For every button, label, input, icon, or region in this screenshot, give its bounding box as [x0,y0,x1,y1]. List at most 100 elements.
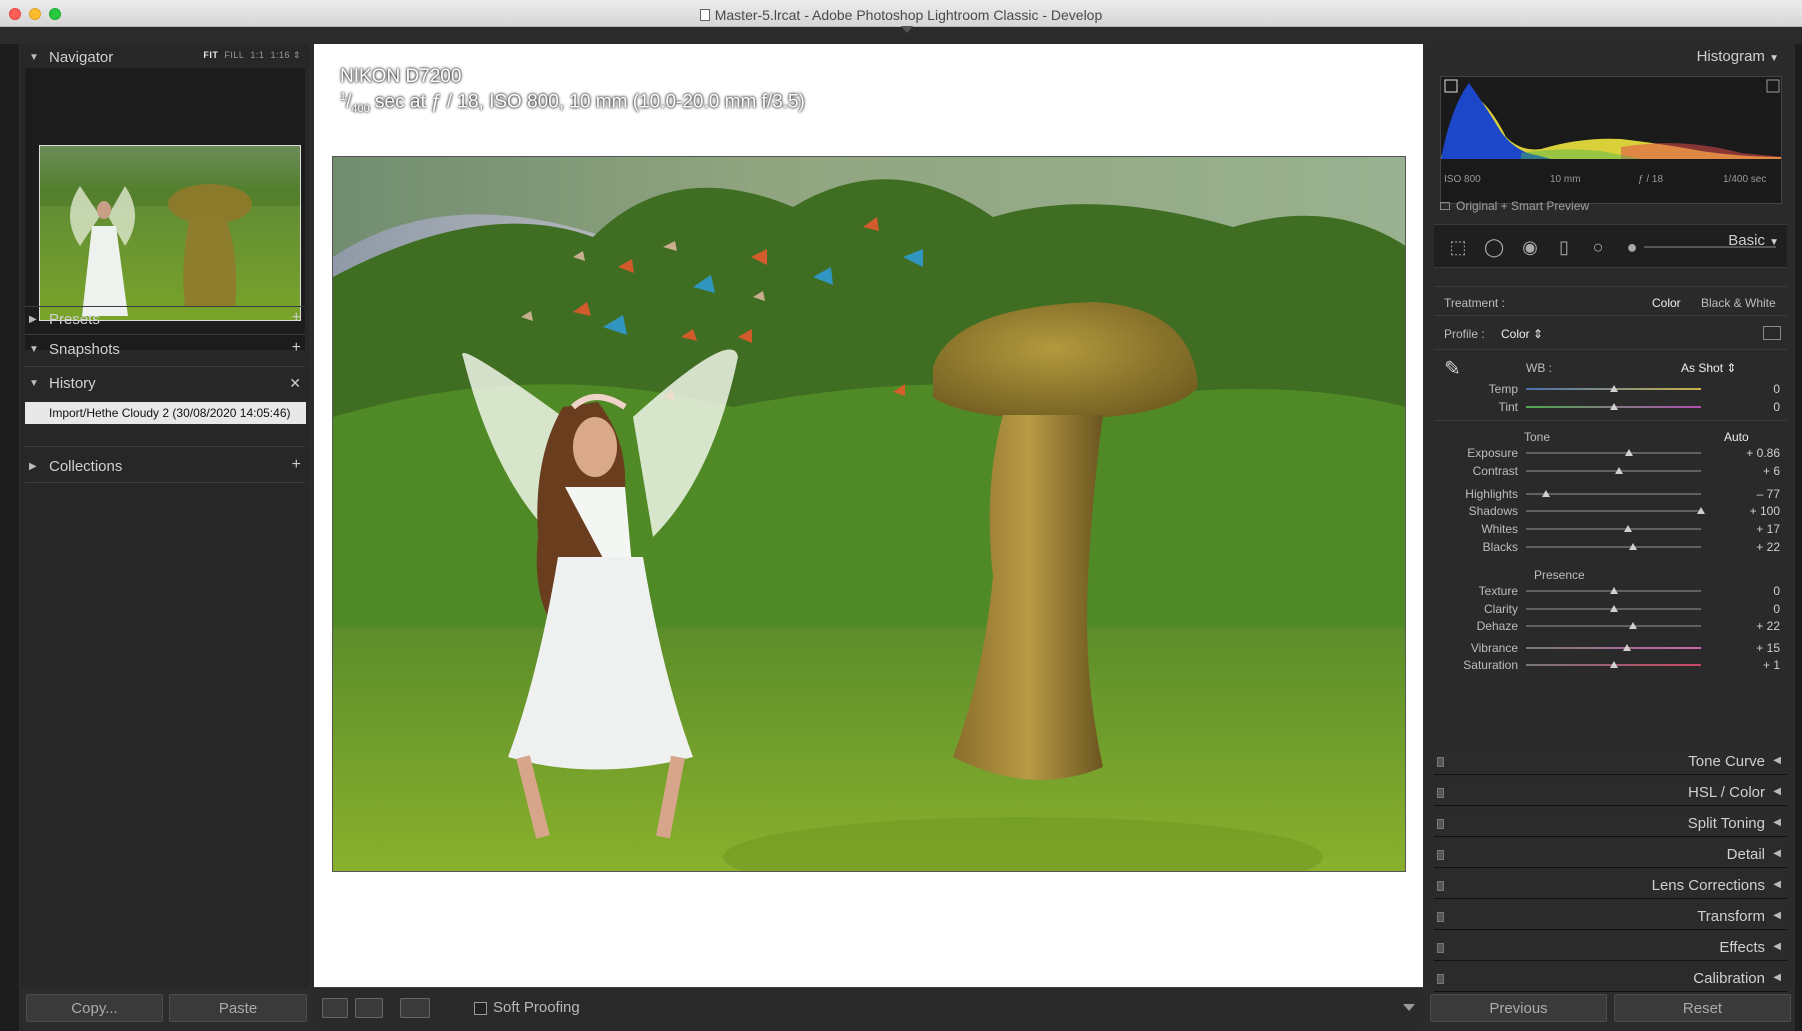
section-toggle-icon[interactable] [1437,850,1444,860]
filmstrip-toggle-icon[interactable] [901,26,913,33]
section-toggle-icon[interactable] [1437,757,1444,767]
section-hsl-color[interactable]: HSL / Color ◀ [1434,780,1787,806]
right-edge-strip[interactable] [1795,44,1802,1031]
slider-track-highlights[interactable] [1526,493,1701,495]
section-effects[interactable]: Effects ◀ [1434,935,1787,961]
slider-thumb-vibrance[interactable] [1622,644,1631,651]
slider-thumb-blacks[interactable] [1628,543,1637,550]
zoom-fit[interactable]: FIT [203,50,218,60]
section-lens-corrections[interactable]: Lens Corrections ◀ [1434,873,1787,899]
slider-value-blacks[interactable]: + 22 [1714,540,1780,554]
clear-history-icon[interactable]: ✕ [289,375,301,392]
slider-value-highlights[interactable]: – 77 [1714,487,1780,501]
slider-track-exposure[interactable] [1526,452,1701,454]
add-preset-icon[interactable]: + [292,309,301,327]
paste-settings-button[interactable]: Paste [169,994,307,1022]
slider-thumb-contrast[interactable] [1614,467,1623,474]
before-after-view-icon[interactable] [355,998,383,1018]
collections-header[interactable]: ▶ Collections + [21,453,309,481]
graduated-filter-icon[interactable]: ▯ [1554,237,1574,257]
histogram-header[interactable]: Histogram ▼ [1697,48,1779,65]
slider-track-shadows[interactable] [1526,510,1701,512]
adjustment-brush-icon[interactable]: ● [1622,237,1642,257]
slider-value-whites[interactable]: + 17 [1714,522,1780,536]
zoom-custom[interactable]: 1:16 ⇕ [270,50,301,60]
slider-value-exposure[interactable]: + 0.86 [1714,446,1780,460]
smart-preview-status[interactable]: Original + Smart Preview [1440,199,1589,213]
presets-header[interactable]: ▶ Presets + [21,306,309,334]
section-tone-curve[interactable]: Tone Curve ◀ [1434,749,1787,775]
slider-thumb-shadows[interactable] [1697,507,1705,514]
wb-eyedropper-icon[interactable]: ✎ [1444,356,1461,381]
slider-value-saturation[interactable]: + 1 [1714,658,1780,672]
slider-track-contrast[interactable] [1526,470,1701,472]
section-toggle-icon[interactable] [1437,912,1444,922]
reset-button[interactable]: Reset [1614,994,1791,1022]
slider-value-tint[interactable]: 0 [1714,400,1780,414]
section-detail[interactable]: Detail ◀ [1434,842,1787,868]
previous-button[interactable]: Previous [1430,994,1607,1022]
slider-thumb-clarity[interactable] [1609,605,1618,612]
before-after-swap-icon[interactable] [400,998,430,1018]
section-label: Lens Corrections [1651,877,1765,894]
slider-value-temp[interactable]: 0 [1714,382,1780,396]
slider-track-blacks[interactable] [1526,546,1701,548]
left-edge-strip[interactable] [0,44,19,1031]
slider-value-dehaze[interactable]: + 22 [1714,619,1780,633]
basic-header[interactable]: Basic ▼ [1728,232,1779,249]
soft-proofing-label: Soft Proofing [493,999,580,1016]
soft-proofing-checkbox[interactable] [474,1002,487,1015]
wb-dropdown[interactable]: As Shot ⇕ [1681,361,1736,375]
snapshots-header[interactable]: ▼ Snapshots + [21,336,309,364]
section-toggle-icon[interactable] [1437,943,1444,953]
slider-value-texture[interactable]: 0 [1714,584,1780,598]
toolbar-menu-chevron-icon[interactable] [1403,1004,1415,1011]
treatment-black-white[interactable]: Black & White [1701,296,1776,310]
slider-thumb-highlights[interactable] [1542,490,1551,497]
radial-filter-icon[interactable]: ○ [1588,237,1608,257]
slider-thumb-tint[interactable] [1609,403,1618,410]
red-eye-icon[interactable]: ◉ [1520,237,1540,257]
slider-label-texture: Texture [1478,584,1518,598]
auto-tone-button[interactable]: Auto [1724,430,1749,444]
main-image-area[interactable]: NIKON D7200 1/400 sec at ƒ / 18, ISO 800… [314,44,1423,987]
profile-browser-icon[interactable] [1763,326,1781,340]
slider-track-vibrance[interactable] [1526,647,1701,649]
slider-track-whites[interactable] [1526,528,1701,530]
slider-track-dehaze[interactable] [1526,625,1701,627]
section-label: Detail [1726,846,1765,863]
zoom-fill[interactable]: FILL [224,50,244,60]
slider-thumb-exposure[interactable] [1624,449,1633,456]
add-snapshot-icon[interactable]: + [292,339,301,357]
photo[interactable] [332,156,1406,872]
navigator-zoom-options[interactable]: FIT FILL 1:1 1:16 ⇕ [203,50,301,61]
section-toggle-icon[interactable] [1437,819,1444,829]
slider-value-vibrance[interactable]: + 15 [1714,641,1780,655]
zoom-1to1[interactable]: 1:1 [250,50,264,60]
treatment-color[interactable]: Color [1652,296,1681,310]
slider-thumb-temp[interactable] [1609,385,1618,392]
slider-thumb-saturation[interactable] [1610,661,1619,668]
section-split-toning[interactable]: Split Toning ◀ [1434,811,1787,837]
history-entry[interactable]: Import/Hethe Cloudy 2 (30/08/2020 14:05:… [25,402,306,424]
slider-thumb-dehaze[interactable] [1628,622,1637,629]
slider-value-contrast[interactable]: + 6 [1714,464,1780,478]
section-toggle-icon[interactable] [1437,788,1444,798]
navigator-thumbnail[interactable] [39,145,301,321]
section-transform[interactable]: Transform ◀ [1434,904,1787,930]
profile-dropdown[interactable]: Color ⇕ [1501,327,1543,341]
slider-value-shadows[interactable]: + 100 [1714,504,1780,518]
copy-settings-button[interactable]: Copy... [26,994,163,1022]
slider-value-clarity[interactable]: 0 [1714,602,1780,616]
section-toggle-icon[interactable] [1437,881,1444,891]
add-collection-icon[interactable]: + [292,456,301,474]
spot-removal-icon[interactable]: ◯ [1484,237,1504,257]
slider-thumb-whites[interactable] [1624,525,1633,532]
slider-label-contrast: Contrast [1472,464,1518,478]
history-header[interactable]: ▼ History ✕ [21,370,309,398]
loupe-view-icon[interactable] [322,998,348,1018]
section-calibration[interactable]: Calibration ◀ [1434,966,1787,992]
slider-thumb-texture[interactable] [1609,587,1618,594]
section-toggle-icon[interactable] [1437,974,1444,984]
crop-tool-icon[interactable]: ⬚ [1448,237,1468,257]
